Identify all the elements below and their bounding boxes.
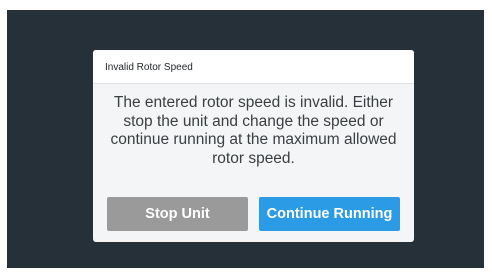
dialog-header: Invalid Rotor Speed xyxy=(93,50,414,84)
dialog-title: Invalid Rotor Speed xyxy=(105,62,193,73)
continue-running-button[interactable]: Continue Running xyxy=(259,197,400,231)
invalid-rotor-speed-dialog: Invalid Rotor Speed The entered rotor sp… xyxy=(93,50,414,242)
screen-background: Invalid Rotor Speed The entered rotor sp… xyxy=(7,10,484,268)
stop-unit-button[interactable]: Stop Unit xyxy=(107,197,248,231)
dialog-message: The entered rotor speed is invalid. Eith… xyxy=(110,94,397,167)
screenshot-frame: Invalid Rotor Speed The entered rotor sp… xyxy=(0,0,492,275)
